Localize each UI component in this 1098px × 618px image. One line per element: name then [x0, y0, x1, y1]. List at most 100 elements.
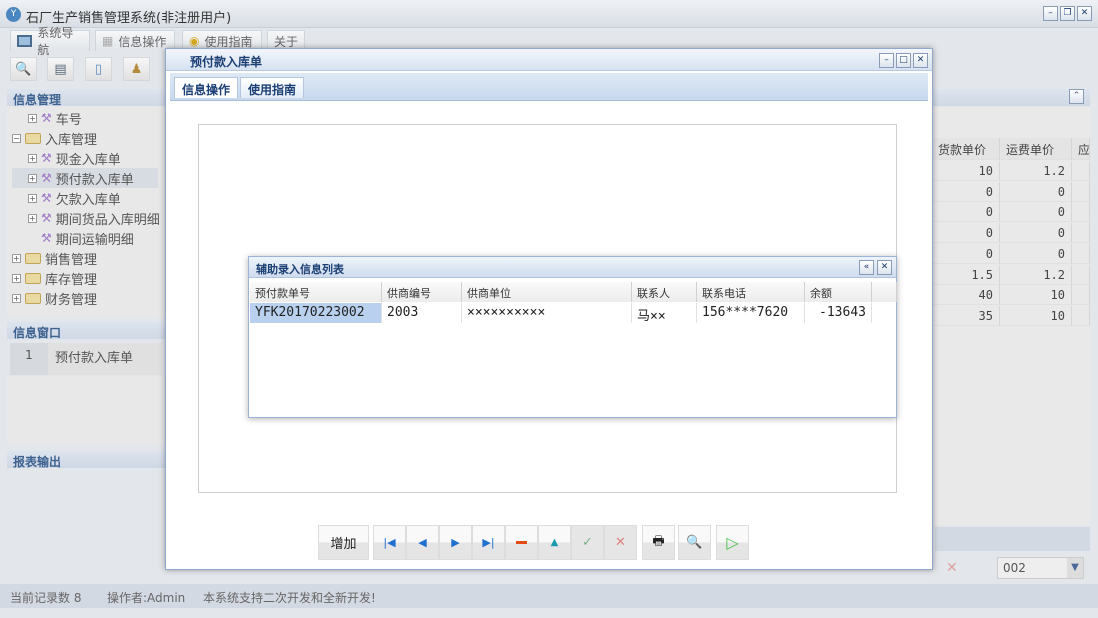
folder-icon [25, 252, 41, 264]
grid-cell[interactable]: 1.5 [932, 264, 1000, 285]
table-cell[interactable]: -13643 [805, 303, 872, 323]
grid-cell [1072, 243, 1090, 264]
chevron-down-icon[interactable]: ▼ [1067, 558, 1083, 578]
prev-icon: ◀ [418, 536, 427, 549]
operator: 操作者:Admin [107, 591, 186, 605]
title-bar: Y 石厂生产销售管理系统(非注册用户) – ❐ ✕ [0, 0, 1098, 28]
tab-info-ops[interactable]: ▦ 信息操作 [95, 30, 175, 51]
minimize-button[interactable]: – [1043, 6, 1058, 21]
tree-item-label: 欠款入库单 [55, 192, 121, 208]
search-tool-button[interactable]: 🔍 [10, 57, 37, 81]
grid-cell[interactable]: 10 [1000, 285, 1072, 306]
grid-cell[interactable]: 0 [932, 243, 1000, 264]
grid-cell [1072, 202, 1090, 223]
column-header[interactable]: 余额 [805, 282, 872, 302]
dialog-tab-info-ops[interactable]: 信息操作 [174, 77, 239, 98]
grid-column-header[interactable]: 货款单价 [932, 138, 1000, 160]
dialog-tab-guide[interactable]: 使用指南 [240, 77, 305, 98]
collapse-button[interactable]: ⌃ [1069, 89, 1084, 104]
expand-icon[interactable]: + [28, 213, 37, 223]
grid-cell[interactable]: 0 [1000, 223, 1072, 244]
tree-item[interactable]: − 入库管理 [12, 128, 162, 148]
expand-icon[interactable]: + [28, 173, 37, 183]
tree-item[interactable]: + ⚒ 预付款入库单 [12, 168, 158, 188]
add-button[interactable]: 增加 [318, 525, 369, 560]
sub-title-bar: 辅助录入信息列表 « ✕ [249, 257, 896, 278]
grid-cell[interactable]: 35 [932, 305, 1000, 326]
sub-collapse-button[interactable]: « [859, 260, 874, 275]
last-record-button[interactable]: ▶| [472, 525, 505, 560]
grid-cell[interactable]: 1.2 [1000, 161, 1072, 181]
column-header[interactable]: 供商单位 [462, 282, 632, 302]
column-header[interactable]: 联系人 [632, 282, 697, 302]
grid-cell [1072, 161, 1090, 181]
column-header[interactable]: 联系电话 [697, 282, 805, 302]
preview-button[interactable]: 🔍 [678, 525, 711, 560]
tree-item[interactable]: + ⚒ 现金入库单 [12, 148, 162, 168]
expand-icon[interactable]: + [28, 153, 37, 163]
next-record-button[interactable]: ▶ [439, 525, 472, 560]
code-combobox[interactable]: 002 ▼ [997, 557, 1084, 579]
tree-item-label: 库存管理 [45, 272, 98, 288]
tab-system-nav[interactable]: 系统导航 [10, 26, 90, 57]
restore-button[interactable]: ❐ [1060, 6, 1075, 21]
expand-icon[interactable]: + [12, 273, 21, 283]
grid-cell[interactable]: 0 [1000, 202, 1072, 223]
close-button[interactable]: ✕ [1077, 6, 1092, 21]
grid-cell[interactable]: 10 [932, 161, 1000, 181]
dialog-close-button[interactable]: ✕ [913, 53, 928, 68]
document-tool-button[interactable]: ▯ [85, 57, 112, 81]
grid-cell[interactable]: 0 [932, 181, 1000, 202]
user-tool-button[interactable]: ♟ [123, 57, 150, 81]
expand-icon[interactable]: + [12, 253, 21, 263]
tree-item[interactable]: + ⚒ 期间货品入库明细 [12, 208, 162, 228]
grid-cell[interactable]: 0 [932, 202, 1000, 223]
info-window-row[interactable]: 1 预付款入库单 [10, 343, 162, 375]
sub-close-button[interactable]: ✕ [877, 260, 892, 275]
expand-icon[interactable]: + [12, 293, 21, 303]
expand-icon[interactable]: + [28, 193, 37, 203]
dialog-maximize-button[interactable]: □ [896, 53, 911, 68]
list-icon: ▤ [54, 61, 67, 77]
tree-item[interactable]: + ⚒ 车号 [12, 108, 162, 128]
cancel-button[interactable]: ✕ [604, 525, 637, 560]
table-cell[interactable]: 156****7620 [697, 303, 805, 323]
tool-icon: ⚒ [41, 211, 52, 225]
tree-item[interactable]: + 财务管理 [12, 288, 162, 308]
tree-item[interactable]: + 库存管理 [12, 268, 162, 288]
prev-record-button[interactable]: ◀ [406, 525, 439, 560]
expand-icon[interactable]: + [28, 113, 37, 123]
grid-cell[interactable]: 10 [1000, 305, 1072, 326]
table-cell[interactable]: 马×× [632, 303, 697, 323]
dialog-minimize-button[interactable]: – [879, 53, 894, 68]
search-icon: 🔍 [15, 61, 32, 77]
grid-cell[interactable]: 1.2 [1000, 264, 1072, 285]
collapse-icon[interactable]: − [12, 133, 21, 143]
delete-button[interactable] [505, 525, 538, 560]
save-button[interactable]: ✓ [571, 525, 604, 560]
run-button[interactable]: ▷ [716, 525, 749, 560]
list-tool-button[interactable]: ▤ [47, 57, 74, 81]
grid-column-header[interactable]: 应 [1072, 138, 1090, 160]
table-cell[interactable]: 2003 [382, 303, 462, 323]
tree-item-label: 现金入库单 [55, 152, 121, 168]
grid-cell[interactable]: 0 [932, 223, 1000, 244]
first-record-button[interactable]: |◀ [373, 525, 406, 560]
table-cell[interactable]: YFK20170223002 [250, 303, 382, 323]
app-logo-icon: Y [6, 7, 21, 22]
column-header[interactable]: 预付款单号 [250, 282, 382, 302]
record-count: 当前记录数 8 [10, 591, 82, 605]
grid-cell[interactable]: 40 [932, 285, 1000, 306]
table-cell[interactable]: ×××××××××× [462, 303, 632, 323]
column-header[interactable]: 供商编号 [382, 282, 462, 302]
grid-cell[interactable]: 0 [1000, 243, 1072, 264]
tree-item[interactable]: + 销售管理 [12, 248, 162, 268]
user-icon: ♟ [130, 61, 143, 77]
tree-item[interactable]: + ⚒ 欠款入库单 [12, 188, 162, 208]
edit-button[interactable]: ▲ [538, 525, 571, 560]
tree-item-label: 销售管理 [45, 252, 98, 268]
grid-column-header[interactable]: 运费单价 [1000, 138, 1072, 160]
print-button[interactable]: 🖶 [642, 525, 675, 560]
tree-item[interactable]: ⚒ 期间运输明细 [12, 228, 162, 248]
grid-cell[interactable]: 0 [1000, 181, 1072, 202]
